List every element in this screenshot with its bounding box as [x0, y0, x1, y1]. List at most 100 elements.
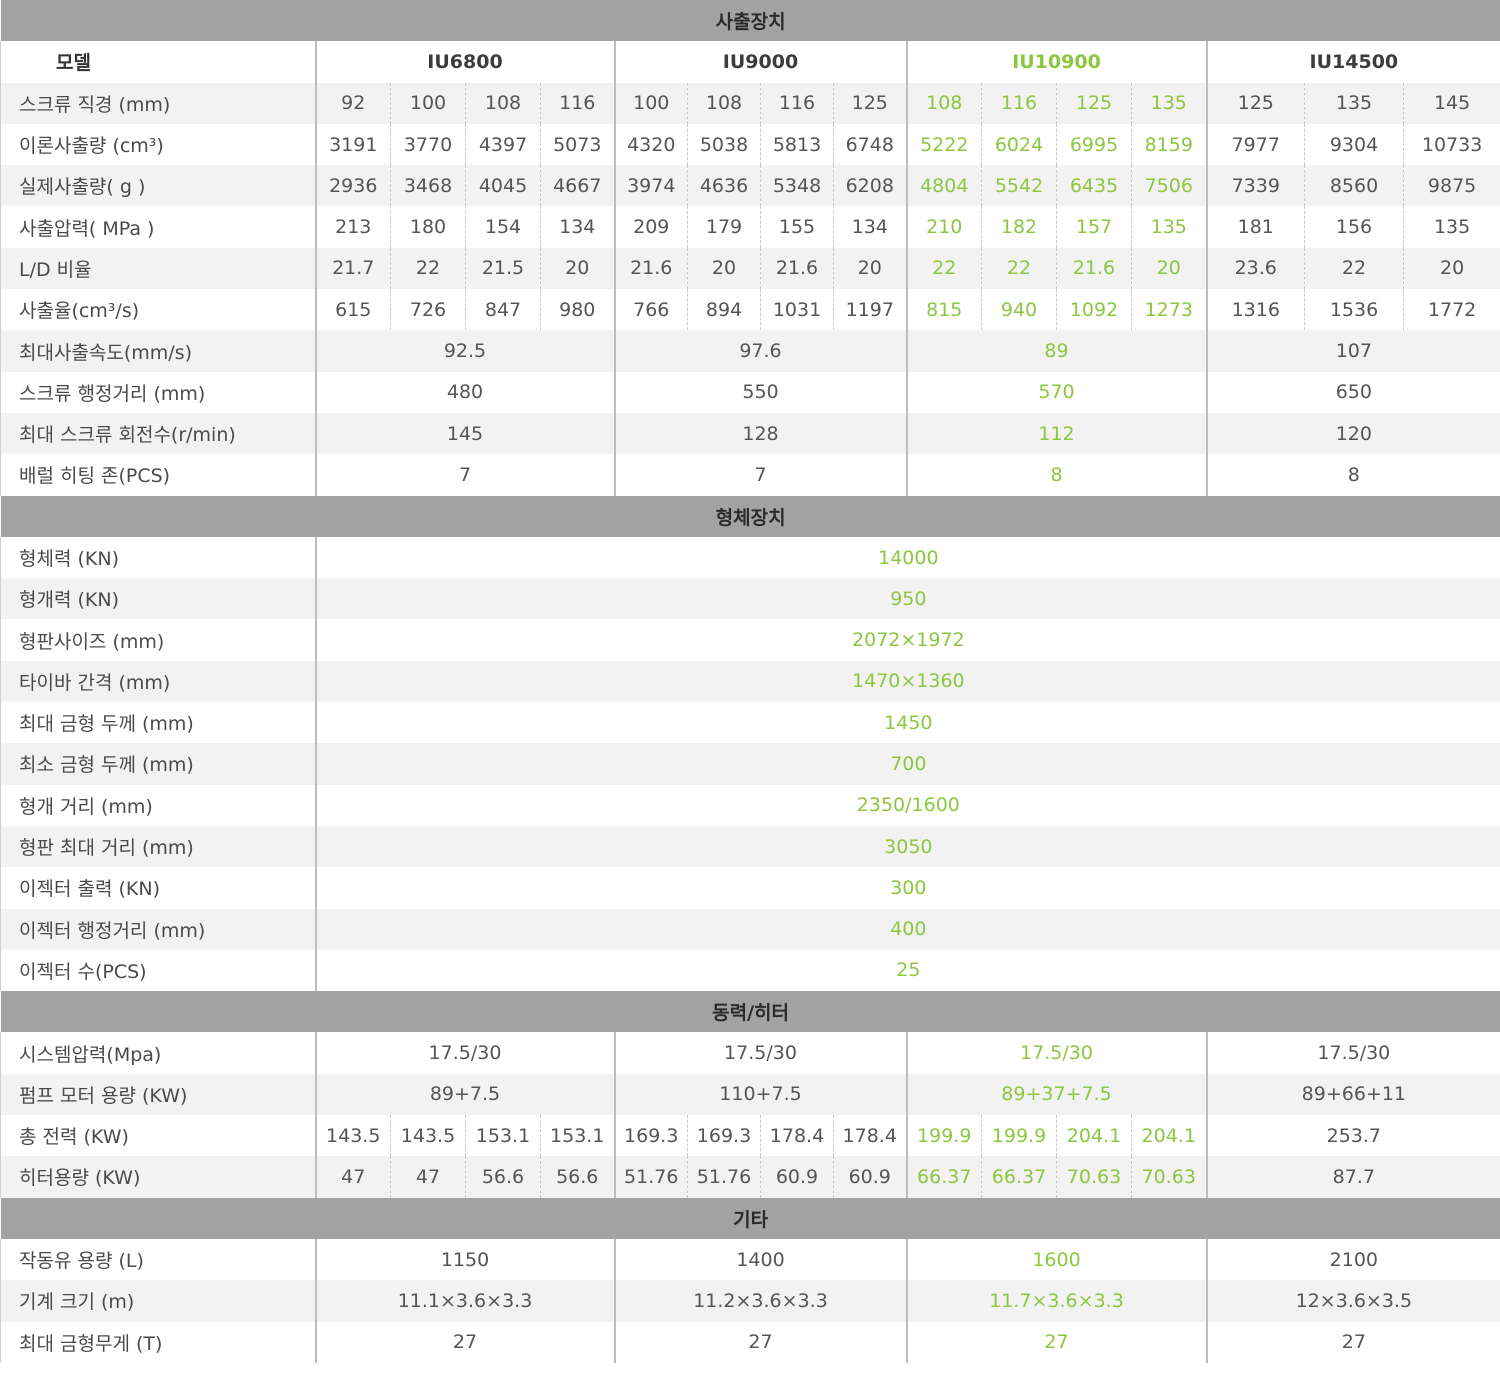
spec-value: 21.6	[1056, 247, 1132, 290]
spec-value: 178.4	[833, 1115, 908, 1157]
spec-value: 950	[315, 578, 1500, 620]
spec-value: 70.63	[1056, 1156, 1132, 1198]
spec-value: 51.76	[687, 1156, 761, 1198]
spec-row: 총 전력 (KW) 143.5 143.5 153.1 153.1 169.3 169.3 1…	[0, 1115, 1500, 1157]
spec-value: 154	[465, 206, 541, 248]
spec-value: 1400	[614, 1238, 908, 1281]
spec-value: 169.3	[687, 1115, 761, 1157]
spec-value: 116	[760, 82, 834, 124]
spec-label: 형판사이즈 (mm)	[0, 619, 317, 661]
spec-row: 사출압력( MPa ) 213 180 154 134 209 179 155 134 210 18…	[0, 206, 1500, 248]
spec-value: 3191	[315, 123, 391, 166]
spec-row: 형체력 (KN) 14000	[0, 536, 1500, 579]
spec-value: 21.6	[614, 247, 688, 290]
spec-value: 97.6	[614, 330, 908, 372]
spec-value: 112	[906, 412, 1208, 455]
spec-row: 작동유 용량 (L) 1150 1400 1600 2100	[0, 1238, 1500, 1281]
spec-value: 894	[687, 289, 761, 331]
spec-value: 21.7	[315, 247, 391, 290]
spec-value: 1273	[1131, 289, 1208, 331]
spec-value: 125	[1056, 82, 1132, 124]
spec-value: 27	[315, 1321, 616, 1363]
spec-value: 700	[315, 743, 1500, 785]
spec-value: 253.7	[1206, 1115, 1500, 1157]
spec-row: 최대사출속도(mm/s) 92.5 97.6 89 107	[0, 330, 1500, 372]
spec-row: 최대 스크류 회전수(r/min) 145 128 112 120	[0, 412, 1500, 455]
spec-value: 116	[540, 82, 616, 124]
spec-row: 기계 크기 (m) 11.1×3.6×3.3 11.2×3.6×3.3 11.7×3.…	[0, 1280, 1500, 1322]
spec-value: 135	[1131, 82, 1208, 124]
spec-value: 125	[1206, 82, 1305, 124]
spec-value: 157	[1056, 206, 1132, 248]
spec-label: 이젝터 출력 (KN)	[0, 867, 317, 909]
spec-value: 6995	[1056, 123, 1132, 166]
spec-value: 20	[1403, 247, 1500, 290]
section-header-row: 사출장치	[0, 0, 1500, 42]
spec-value: 47	[390, 1156, 466, 1198]
spec-row: 펌프 모터 용량 (KW) 89+7.5 110+7.5 89+37+7.5 89+66…	[0, 1073, 1500, 1116]
spec-value: 22	[981, 247, 1057, 290]
spec-value: 70.63	[1131, 1156, 1208, 1198]
spec-value: 209	[614, 206, 688, 248]
spec-label: 작동유 용량 (L)	[0, 1238, 317, 1281]
spec-value: 182	[981, 206, 1057, 248]
spec-value: 25	[315, 949, 1500, 992]
spec-row: 최소 금형 두께 (mm) 700	[0, 743, 1500, 785]
spec-table: 사출장치 모델 IU6800 IU9000 IU10900 IU14500 스크류 직경 (…	[0, 0, 1500, 1363]
section-title: 기타	[0, 1197, 1500, 1239]
spec-value: 1031	[760, 289, 834, 331]
spec-value: 6748	[833, 123, 908, 166]
spec-value: 11.1×3.6×3.3	[315, 1280, 616, 1322]
spec-value: 87.7	[1206, 1156, 1500, 1198]
spec-value: 7977	[1206, 123, 1305, 166]
section-title: 형체장치	[0, 495, 1500, 537]
spec-value: 5348	[760, 165, 834, 207]
spec-value: 1150	[315, 1238, 616, 1281]
spec-value: 181	[1206, 206, 1305, 248]
spec-value: 3050	[315, 825, 1500, 868]
spec-value: 155	[760, 206, 834, 248]
spec-value: 169.3	[614, 1115, 688, 1157]
spec-label: 형판 최대 거리 (mm)	[0, 825, 317, 868]
spec-value: 66.37	[906, 1156, 982, 1198]
spec-value: 21.5	[465, 247, 541, 290]
spec-value: 1092	[1056, 289, 1132, 331]
model-header-row: 모델 IU6800 IU9000 IU10900 IU14500	[0, 41, 1500, 83]
spec-value: 20	[1131, 247, 1208, 290]
spec-value: 4636	[687, 165, 761, 207]
spec-value: 4804	[906, 165, 982, 207]
spec-value: 89	[906, 330, 1208, 372]
spec-label: 스크류 행정거리 (mm)	[0, 371, 317, 413]
spec-value: 20	[833, 247, 908, 290]
spec-value: 6024	[981, 123, 1057, 166]
spec-label: 펌프 모터 용량 (KW)	[0, 1073, 317, 1116]
spec-value: 3974	[614, 165, 688, 207]
spec-value: 17.5/30	[315, 1032, 616, 1074]
spec-value: 22	[390, 247, 466, 290]
spec-row: 최대 금형무게 (T) 27 27 27 27	[0, 1321, 1500, 1363]
model-name: IU9000	[614, 41, 908, 83]
spec-label: 사출율(cm³/s)	[0, 289, 317, 331]
spec-value: 143.5	[315, 1115, 391, 1157]
spec-label: 사출압력( MPa )	[0, 206, 317, 248]
spec-value: 60.9	[760, 1156, 834, 1198]
spec-value: 847	[465, 289, 541, 331]
spec-value: 100	[390, 82, 466, 124]
spec-value: 8560	[1304, 165, 1404, 207]
spec-label: 형개력 (KN)	[0, 578, 317, 620]
spec-value: 23.6	[1206, 247, 1305, 290]
spec-label: 최대 스크류 회전수(r/min)	[0, 412, 317, 455]
spec-value: 7	[614, 454, 908, 496]
spec-label: 최대 금형 두께 (mm)	[0, 702, 317, 744]
spec-value: 1470×1360	[315, 660, 1500, 703]
spec-value: 20	[540, 247, 616, 290]
spec-value: 1197	[833, 289, 908, 331]
spec-value: 480	[315, 371, 616, 413]
spec-value: 5222	[906, 123, 982, 166]
spec-value: 5813	[760, 123, 834, 166]
spec-value: 156	[1304, 206, 1404, 248]
spec-value: 4320	[614, 123, 688, 166]
spec-value: 134	[540, 206, 616, 248]
spec-value: 4045	[465, 165, 541, 207]
spec-value: 128	[614, 412, 908, 455]
